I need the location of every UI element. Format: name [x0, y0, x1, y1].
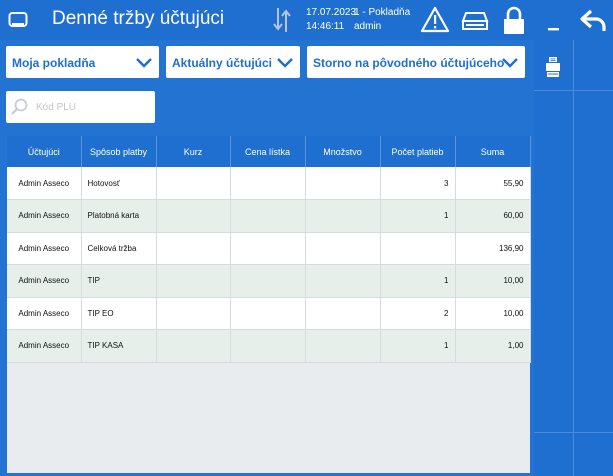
- back-arrow-icon[interactable]: [578, 4, 608, 36]
- cell-quantity: [305, 199, 381, 233]
- plu-search-box[interactable]: [6, 91, 155, 123]
- cell-rate: [156, 297, 231, 330]
- table-row[interactable]: Admin Asseco Celková tržba 136,90: [7, 232, 531, 265]
- column-header[interactable]: Množstvo: [305, 136, 381, 167]
- cashier-select-label: Aktuálny účtujúci: [172, 56, 273, 70]
- cell-rate: [156, 167, 231, 200]
- cell-sum: 55,90: [455, 167, 531, 200]
- cell-ticket-price: [230, 264, 306, 298]
- sidebar-divider: [534, 432, 613, 433]
- table-row[interactable]: Admin Asseco TIP EO 2 10,00: [7, 297, 531, 330]
- current-date: 17.07.2023: [306, 7, 357, 18]
- user-name: admin: [354, 21, 382, 32]
- current-time: 14:46:11: [306, 21, 345, 32]
- cell-quantity: [305, 297, 381, 330]
- column-header[interactable]: Počet platieb: [380, 136, 456, 167]
- chevron-down-icon: [277, 58, 293, 68]
- column-header[interactable]: Spôsob platby: [81, 136, 157, 167]
- cell-cashier: Admin Asseco: [7, 199, 82, 233]
- cell-ticket-price: [230, 329, 306, 363]
- cell-payment-method: TIP EO: [81, 297, 157, 330]
- table-row[interactable]: Admin Asseco TIP KASA 1 1,00: [7, 329, 531, 363]
- cell-cashier: Admin Asseco: [7, 232, 82, 265]
- cell-payment-count: [380, 232, 456, 265]
- cell-cashier: Admin Asseco: [7, 167, 82, 200]
- plu-search-input[interactable]: [36, 98, 148, 116]
- cashier-select[interactable]: Aktuálny účtujúci: [166, 46, 300, 78]
- table-row[interactable]: Admin Asseco TIP 1 10,00: [7, 264, 531, 298]
- cell-sum: 10,00: [455, 264, 531, 298]
- column-header[interactable]: Kurz: [156, 136, 231, 167]
- page-title: Denné tržby účtujúci: [52, 8, 225, 29]
- minimize-icon[interactable]: [540, 4, 566, 36]
- cell-payment-method: TIP KASA: [81, 329, 157, 363]
- cell-cashier: Admin Asseco: [7, 264, 82, 298]
- cell-ticket-price: [230, 232, 306, 265]
- app-icon[interactable]: [8, 11, 28, 29]
- cell-rate: [156, 329, 231, 363]
- top-bar: Denné tržby účtujúci 17.07.2023 14:46:11…: [0, 0, 613, 40]
- search-icon: [11, 98, 28, 115]
- cell-quantity: [305, 329, 381, 363]
- register-name: 1 - Pokladňa: [354, 7, 411, 18]
- table-row[interactable]: Admin Asseco Platobná karta 1 60,00: [7, 199, 531, 233]
- cell-rate: [156, 199, 231, 233]
- cell-payment-method: Celková tržba: [81, 232, 157, 265]
- cell-payment-method: Platobná karta: [81, 199, 157, 233]
- table-row[interactable]: Admin Asseco Hotovosť 3 55,90: [7, 167, 531, 200]
- cell-rate: [156, 264, 231, 298]
- cell-ticket-price: [230, 297, 306, 330]
- cell-sum: 10,00: [455, 297, 531, 330]
- cell-cashier: Admin Asseco: [7, 329, 82, 363]
- chevron-down-icon: [502, 58, 518, 68]
- cell-payment-count: 1: [380, 329, 456, 363]
- cell-ticket-price: [230, 199, 306, 233]
- sync-arrows-icon: [273, 8, 291, 32]
- cell-payment-count: 1: [380, 199, 456, 233]
- table-header-row: Účtujúci Spôsob platby Kurz Cena lístka …: [7, 136, 531, 167]
- cell-payment-method: TIP: [81, 264, 157, 298]
- sidebar-divider: [573, 40, 574, 476]
- chevron-down-icon: [136, 58, 152, 68]
- column-header[interactable]: Cena lístka: [230, 136, 306, 167]
- cell-sum: 1,00: [455, 329, 531, 363]
- cell-sum: 136,90: [455, 232, 531, 265]
- lock-icon[interactable]: [500, 4, 528, 36]
- cell-ticket-price: [230, 167, 306, 200]
- register-select[interactable]: Moja pokladňa: [6, 46, 159, 78]
- cell-quantity: [305, 167, 381, 200]
- receipt-printer-icon[interactable]: [544, 56, 562, 78]
- cell-cashier: Admin Asseco: [7, 297, 82, 330]
- warning-icon[interactable]: [420, 4, 450, 36]
- cell-quantity: [305, 264, 381, 298]
- storno-select-label: Storno na pôvodného účtujúceho: [313, 56, 505, 70]
- sales-table: Účtujúci Spôsob platby Kurz Cena lístka …: [7, 136, 531, 363]
- sales-table-area: Účtujúci Spôsob platby Kurz Cena lístka …: [7, 136, 531, 473]
- cell-quantity: [305, 232, 381, 265]
- cell-payment-count: 1: [380, 264, 456, 298]
- sidebar-divider: [534, 90, 613, 91]
- storno-select[interactable]: Storno na pôvodného účtujúceho: [307, 46, 525, 78]
- cell-payment-count: 2: [380, 297, 456, 330]
- cell-payment-method: Hotovosť: [81, 167, 157, 200]
- register-select-label: Moja pokladňa: [12, 56, 96, 70]
- action-sidebar: [534, 40, 613, 476]
- column-header[interactable]: Účtujúci: [7, 136, 82, 167]
- cell-sum: 60,00: [455, 199, 531, 233]
- column-header[interactable]: Suma: [455, 136, 531, 167]
- cell-payment-count: 3: [380, 167, 456, 200]
- printer-icon[interactable]: [460, 4, 490, 36]
- cell-rate: [156, 232, 231, 265]
